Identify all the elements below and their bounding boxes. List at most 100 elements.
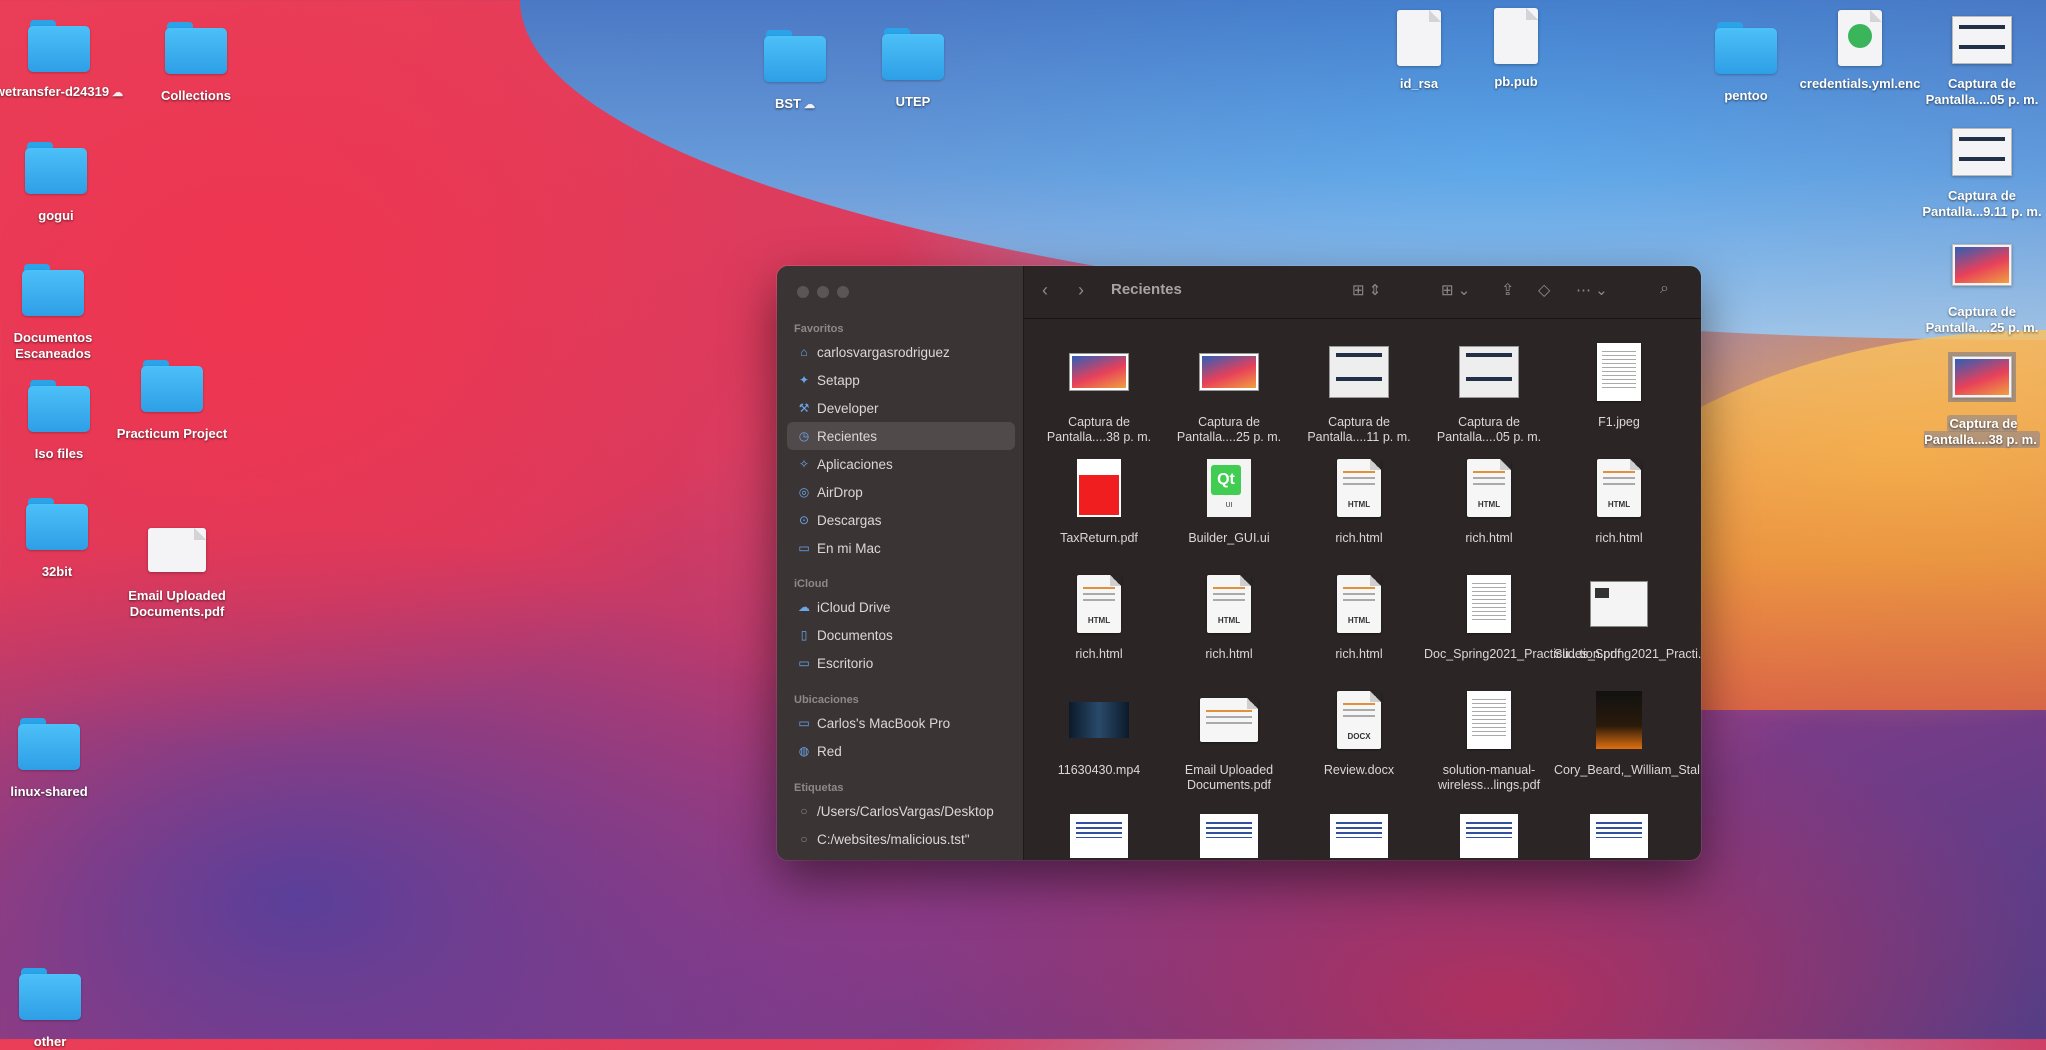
more-actions-icon[interactable]: ⋯ ⌄: [1576, 281, 1608, 299]
file-item[interactable]: Slides_Spring2021_Practi...tion.pdf: [1554, 569, 1701, 662]
desktop-folder-iso-files[interactable]: Iso files: [0, 380, 124, 462]
desktop-screenshot-38-selected[interactable]: Captura de Pantalla....38 p. m.: [1917, 352, 2046, 448]
file-item[interactable]: Doc_Spring2021_Practicu...tion.pdf: [1424, 569, 1621, 662]
folder-icon: [22, 264, 84, 316]
sidebar-item-en-mi-mac[interactable]: ▭ En mi Mac: [787, 534, 1015, 562]
file-label: TaxReturn.pdf: [1060, 531, 1138, 545]
share-icon[interactable]: ⇪: [1501, 280, 1514, 300]
file-item[interactable]: HTML rich.html: [1034, 569, 1164, 662]
file-label: Review.docx: [1323, 763, 1395, 777]
file-item[interactable]: Email Uploaded Documents.pdf: [1164, 685, 1294, 793]
book-cover-icon: [1554, 685, 1684, 755]
sidebar-item-escritorio[interactable]: ▭ Escritorio: [787, 649, 1015, 677]
sidebar-item-descargas[interactable]: ⊙ Descargas: [787, 506, 1015, 534]
view-grid-icon[interactable]: ⊞ ⇕: [1352, 281, 1381, 299]
sidebar-item-setapp[interactable]: ✦ Setapp: [787, 366, 1015, 394]
folder-icon: [141, 360, 203, 412]
finder-sidebar: Favoritos ⌂ carlosvargasrodriguez ✦ Setapp…: [777, 266, 1024, 860]
desktop-folder-linux-shared[interactable]: linux-shared: [0, 718, 114, 800]
file-item[interactable]: DOCX Review.docx: [1294, 685, 1424, 778]
close-button[interactable]: [797, 286, 809, 298]
desktop-folder-wetransfer[interactable]: wetransfer-d24319 ☁: [0, 20, 124, 101]
desktop-folder-other[interactable]: other: [0, 968, 115, 1050]
file-label: rich.html: [1205, 647, 1253, 661]
file-item[interactable]: [1554, 801, 1684, 860]
pdf-file-icon: [1554, 801, 1684, 860]
folder-icon: [165, 22, 227, 74]
file-item[interactable]: 11630430.mp4: [1034, 685, 1164, 778]
desktop-file-email-uploaded-documents[interactable]: Email Uploaded Documents.pdf: [112, 528, 242, 620]
sidebar-item-aplicaciones[interactable]: ✧ Aplicaciones: [787, 450, 1015, 478]
desktop-folder-gogui[interactable]: gogui: [0, 142, 121, 224]
file-label: rich.html: [1465, 531, 1513, 545]
file-item[interactable]: HTML rich.html: [1294, 453, 1424, 546]
file-item[interactable]: [1164, 801, 1294, 860]
desktop-icon: ▭: [798, 656, 810, 670]
sidebar-item-recientes[interactable]: ◷ Recientes: [787, 422, 1015, 450]
document-icon: ▯: [800, 628, 808, 642]
desktop-folder-utep[interactable]: UTEP: [848, 28, 978, 110]
file-item[interactable]: TaxReturn.pdf: [1034, 453, 1164, 546]
file-label: solution-manual-wireless...lings.pdf: [1437, 763, 1541, 792]
sidebar-item-red[interactable]: ◍ Red: [787, 737, 1015, 765]
screenshot-thumbnail-icon: [1952, 244, 2012, 286]
sidebar-section-tags: Etiquetas: [794, 782, 844, 794]
desktop-folder-documentos-escaneados[interactable]: Documentos Escaneados: [0, 264, 118, 362]
tag-icon[interactable]: ◇: [1538, 280, 1550, 300]
html-file-icon: HTML: [1294, 453, 1424, 523]
sidebar-item-tag-desktop-path[interactable]: ○/Users/CarlosVargas/Desktop: [787, 797, 1015, 825]
window-controls: [797, 286, 849, 298]
group-by-icon[interactable]: ⊞ ⌄: [1441, 281, 1470, 299]
desktop-folder-practicum-project[interactable]: Practicum Project: [107, 360, 237, 442]
file-type-tag: HTML: [1477, 500, 1501, 509]
minimize-button[interactable]: [817, 286, 829, 298]
desktop-screenshot-911[interactable]: Captura de Pantalla...9.11 p. m.: [1917, 128, 2046, 220]
forward-chevron-icon[interactable]: ›: [1078, 280, 1084, 301]
sidebar-item-tag-malicious[interactable]: ○ C:/websites/malicious.tst": [787, 825, 1015, 853]
sidebar-item-icloud-drive[interactable]: ☁ iCloud Drive: [787, 593, 1015, 621]
zoom-button[interactable]: [837, 286, 849, 298]
sidebar-item-airdrop[interactable]: ◎ AirDrop: [787, 478, 1015, 506]
cloud-icon: ☁: [798, 600, 810, 614]
sidebar-item-documentos[interactable]: ▯ Documentos: [787, 621, 1015, 649]
file-label: Email Uploaded Documents.pdf: [1184, 763, 1274, 792]
file-label: F1.jpeg: [1598, 415, 1640, 429]
sidebar-item-developer[interactable]: ⚒ Developer: [787, 394, 1015, 422]
html-file-icon: HTML: [1554, 453, 1684, 523]
file-item[interactable]: HTML rich.html: [1554, 453, 1684, 546]
file-item[interactable]: Builder_GUI.ui: [1164, 453, 1294, 546]
laptop-icon: ▭: [798, 716, 810, 730]
file-item[interactable]: HTML rich.html: [1294, 569, 1424, 662]
file-item[interactable]: Cory_Beard,_William_Stal...on_.pdf: [1554, 685, 1701, 778]
desktop-file-pb-pub[interactable]: pb.pub: [1451, 8, 1581, 90]
finder-window[interactable]: Favoritos ⌂ carlosvargasrodriguez ✦ Setapp…: [777, 266, 1701, 860]
file-item[interactable]: solution-manual-wireless...lings.pdf: [1424, 685, 1554, 793]
desktop-screenshot-05[interactable]: Captura de Pantalla....05 p. m.: [1917, 16, 2046, 108]
search-icon[interactable]: ⌕: [1660, 280, 1669, 298]
desktop-folder-32bit[interactable]: 32bit: [0, 498, 122, 580]
file-item[interactable]: F1.jpeg: [1554, 337, 1684, 430]
file-item[interactable]: HTML rich.html: [1164, 569, 1294, 662]
pdf-file-icon: [1034, 453, 1164, 523]
file-item[interactable]: Captura de Pantalla....05 p. m.: [1424, 337, 1554, 445]
file-item[interactable]: Captura de Pantalla....11 p. m.: [1294, 337, 1424, 445]
back-chevron-icon[interactable]: ‹: [1042, 280, 1048, 301]
sidebar-item-home[interactable]: ⌂ carlosvargasrodriguez: [787, 338, 1015, 366]
file-item[interactable]: HTML rich.html: [1424, 453, 1554, 546]
file-item[interactable]: [1424, 801, 1554, 860]
desktop-file-credentials[interactable]: credentials.yml.enc: [1795, 10, 1925, 92]
sidebar-item-macbook[interactable]: ▭ Carlos's MacBook Pro: [787, 709, 1015, 737]
file-label: Captura de Pantalla....38 p. m.: [1046, 415, 1152, 444]
desktop-folder-bst[interactable]: BST ☁: [730, 30, 860, 113]
file-label: Builder_GUI.ui: [1188, 531, 1270, 545]
file-item[interactable]: Captura de Pantalla....25 p. m.: [1164, 337, 1294, 445]
pdf-file-icon: [1294, 801, 1424, 860]
desktop-screenshot-25[interactable]: Captura de Pantalla....25 p. m.: [1917, 244, 2046, 336]
file-item[interactable]: Captura de Pantalla....38 p. m.: [1034, 337, 1164, 445]
file-item[interactable]: [1034, 801, 1164, 860]
desktop-folder-collections[interactable]: Collections: [131, 22, 261, 104]
file-grid: Captura de Pantalla....38 p. m. Captura d…: [1024, 319, 1701, 860]
desktop-folder-pentoo[interactable]: pentoo: [1681, 22, 1811, 104]
file-label: rich.html: [1335, 531, 1383, 545]
file-item[interactable]: [1294, 801, 1424, 860]
